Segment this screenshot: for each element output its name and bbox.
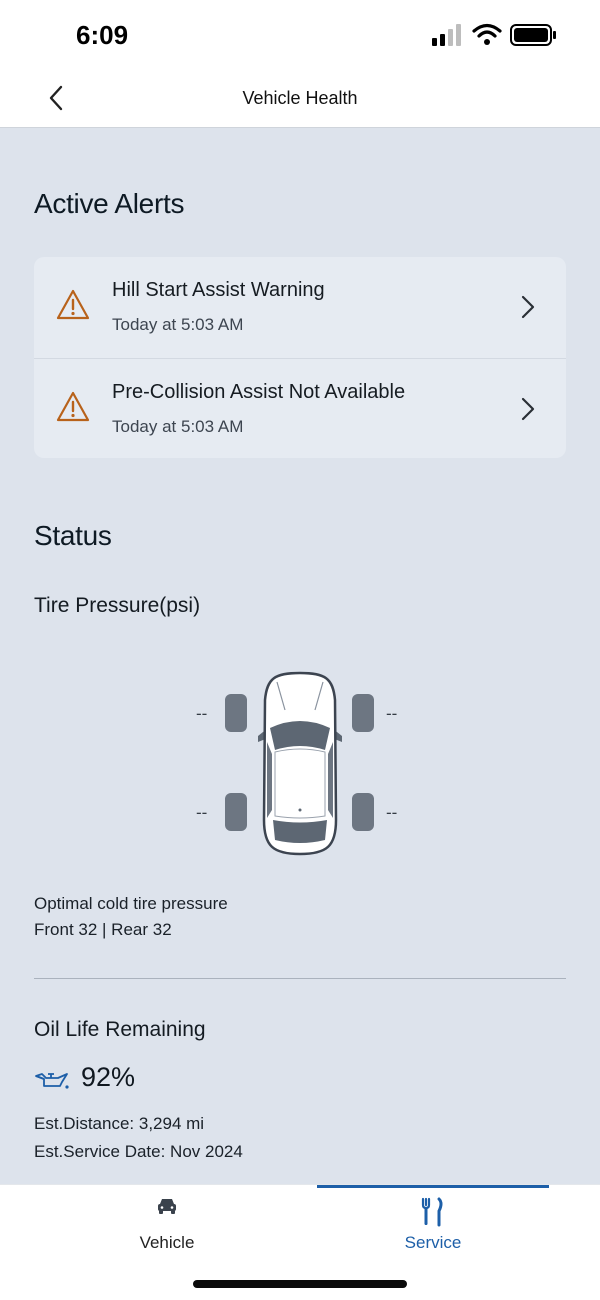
est-distance: Est.Distance: 3,294 mi bbox=[34, 1114, 205, 1133]
chevron-right-icon bbox=[521, 397, 535, 421]
warning-triangle-icon bbox=[56, 391, 90, 422]
alert-row-pre-collision[interactable]: Pre-Collision Assist Not Available Today… bbox=[34, 358, 566, 458]
alert-title: Pre-Collision Assist Not Available bbox=[112, 381, 406, 403]
alerts-card: Hill Start Assist Warning Today at 5:03 … bbox=[34, 257, 566, 458]
alert-time: Today at 5:03 AM bbox=[112, 315, 244, 334]
optimal-pressure-label: Optimal cold tire pressure bbox=[34, 894, 228, 913]
main-content: Active Alerts Hill Start Assist Warning … bbox=[0, 128, 600, 1184]
wifi-icon bbox=[472, 23, 502, 45]
tab-vehicle[interactable]: Vehicle bbox=[17, 1185, 317, 1271]
oil-can-icon bbox=[35, 1073, 69, 1089]
car-top-view-icon bbox=[258, 671, 342, 856]
tab-label: Vehicle bbox=[139, 1233, 195, 1252]
alert-time: Today at 5:03 AM bbox=[112, 417, 244, 436]
tools-icon bbox=[421, 1197, 443, 1227]
home-indicator bbox=[193, 1280, 407, 1288]
battery-icon bbox=[510, 24, 556, 46]
page-title: Vehicle Health bbox=[242, 88, 358, 108]
tire-psi-rear-left: -- bbox=[196, 803, 208, 822]
alert-title: Hill Start Assist Warning bbox=[112, 279, 325, 301]
tab-label: Service bbox=[404, 1233, 462, 1252]
chevron-right-icon bbox=[521, 295, 535, 319]
tire-psi-front-right: -- bbox=[386, 704, 398, 723]
tire-front-right bbox=[352, 694, 374, 732]
tire-pressure-diagram: -- -- -- -- bbox=[190, 668, 410, 858]
warning-triangle-icon bbox=[56, 289, 90, 320]
tire-psi-front-left: -- bbox=[196, 704, 208, 723]
top-nav-bar: Vehicle Health bbox=[0, 70, 600, 128]
tire-psi-rear-right: -- bbox=[386, 803, 398, 822]
status-bar: 6:09 bbox=[0, 0, 600, 70]
cellular-signal-icon bbox=[432, 24, 461, 46]
tire-rear-right bbox=[352, 793, 374, 831]
section-divider bbox=[34, 978, 566, 979]
active-alerts-heading: Active Alerts bbox=[34, 188, 185, 219]
oil-life-label: Oil Life Remaining bbox=[34, 1018, 206, 1041]
est-service-date: Est.Service Date: Nov 2024 bbox=[34, 1142, 243, 1161]
tire-rear-left bbox=[225, 793, 247, 831]
oil-life-percent: 92% bbox=[81, 1062, 136, 1092]
car-icon bbox=[158, 1199, 176, 1214]
tire-pressure-label: Tire Pressure(psi) bbox=[34, 594, 201, 617]
alert-row-hill-start[interactable]: Hill Start Assist Warning Today at 5:03 … bbox=[34, 257, 566, 357]
tab-service[interactable]: Service bbox=[283, 1185, 583, 1271]
status-heading: Status bbox=[34, 520, 112, 551]
status-time: 6:09 bbox=[76, 20, 129, 50]
tire-front-left bbox=[225, 694, 247, 732]
optimal-pressure-values: Front 32 | Rear 32 bbox=[34, 920, 172, 939]
